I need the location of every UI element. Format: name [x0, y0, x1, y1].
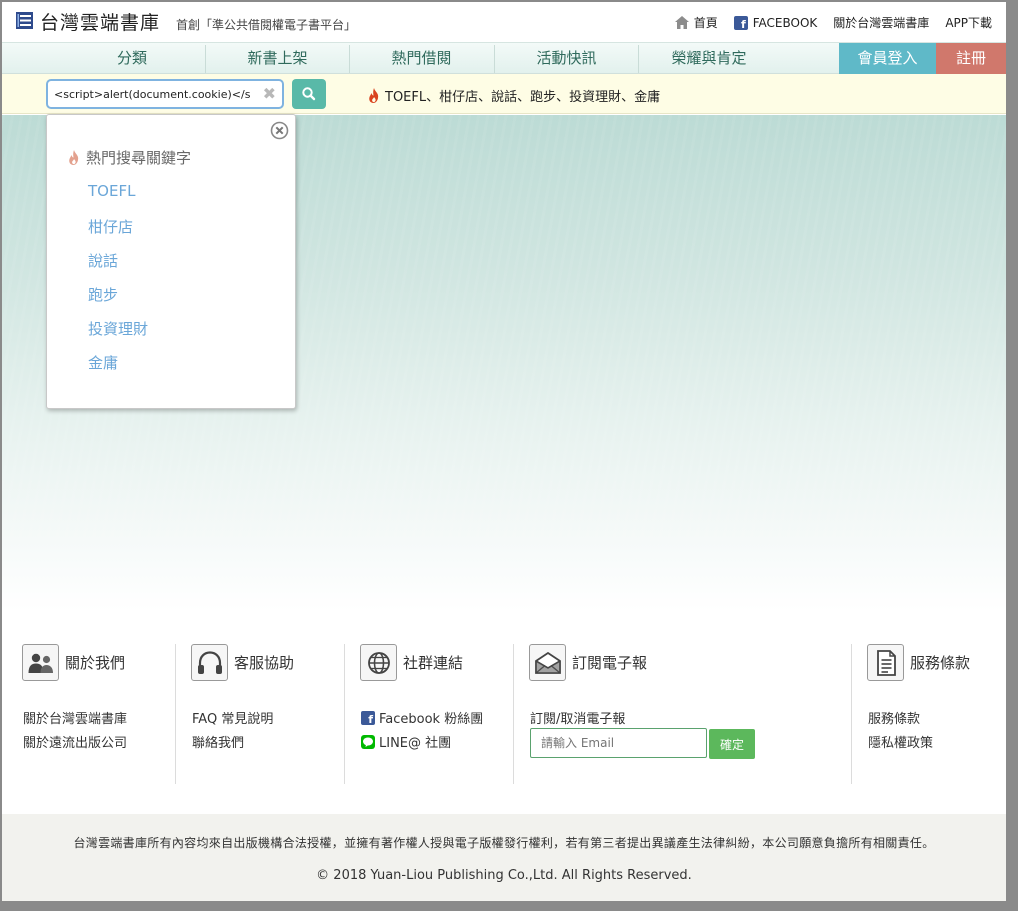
hot-keyword-item[interactable]: TOEFL [88, 182, 135, 200]
footer-divider [175, 644, 176, 784]
search-button[interactable] [292, 79, 326, 109]
dropdown-title: 熱門搜尋關鍵字 [67, 147, 191, 168]
footer-link-line[interactable]: LINE@ 社團 [361, 732, 451, 751]
footer-link-line-label: LINE@ 社團 [379, 736, 452, 751]
line-icon [361, 734, 375, 749]
footer-link-faq[interactable]: FAQ 常見說明 [192, 708, 273, 727]
footer-link-about-publisher[interactable]: 關於遠流出版公司 [23, 732, 127, 751]
app-download-label: APP下載 [945, 16, 992, 30]
newsletter-email-input[interactable] [530, 728, 707, 758]
hot-keywords-inline: TOEFL、柑仔店、說話、跑步、投資理財、金庸 [367, 86, 660, 105]
home-link-label: 首頁 [693, 16, 718, 30]
footer-link-subscribe[interactable]: 訂閱/取消電子報 [530, 708, 625, 727]
fire-icon [69, 150, 79, 165]
hot-keyword-item[interactable]: 說話 [88, 250, 118, 271]
hot-keyword-item[interactable]: 跑步 [88, 284, 118, 305]
search-icon [302, 87, 316, 101]
facebook-icon: f [361, 710, 375, 725]
footer-terms-title: 服務條款 [910, 654, 971, 672]
footer-newsletter-title: 訂閱電子報 [572, 654, 648, 672]
footer-newsletter-heading: 訂閱電子報 [529, 644, 647, 681]
footer-support: 客服協助 FAQ 常見說明 聯絡我們 [191, 632, 341, 787]
dropdown-title-text: 熱門搜尋關鍵字 [86, 149, 192, 167]
footer-about-title: 關於我們 [65, 654, 126, 672]
search-bar: ✖ TOEFL、柑仔店、說話、跑步、投資理財、金庸 [2, 74, 1006, 114]
hot-keywords-dropdown: 熱門搜尋關鍵字 TOEFL 柑仔店 說話 跑步 投資理財 金庸 [46, 114, 296, 409]
nav-item-category[interactable]: 分類 [62, 43, 202, 74]
footer-divider [513, 644, 514, 784]
app-download-link[interactable]: APP下載 [945, 14, 992, 31]
site-slogan: 首創「準公共借閱權電子書平台」 [176, 18, 357, 32]
footer-terms: 服務條款 服務條款 隱私權政策 [867, 632, 1002, 787]
clear-search-icon[interactable]: ✖ [263, 84, 276, 104]
footer-social-title: 社群連結 [403, 654, 464, 672]
footer-support-title: 客服協助 [234, 654, 295, 672]
fire-icon [369, 88, 379, 103]
footer-link-facebook[interactable]: f Facebook 粉絲團 [361, 708, 483, 727]
register-button[interactable]: 註冊 [936, 43, 1006, 74]
footer-terms-heading: 服務條款 [867, 644, 970, 681]
top-header: 台灣雲端書庫 首創「準公共借閱權電子書平台」 首頁 f FACEBOOK 關於台… [2, 2, 1006, 42]
about-link[interactable]: 關於台灣雲端書庫 [833, 14, 929, 31]
headphones-icon [191, 644, 228, 681]
footer-columns: 關於我們 關於台灣雲端書庫 關於遠流出版公司 客服協助 FAQ 常見說明 聯絡我… [2, 632, 1006, 792]
footer-link-terms[interactable]: 服務條款 [868, 708, 920, 727]
hot-keyword-item[interactable]: 金庸 [88, 352, 118, 373]
globe-icon [360, 644, 397, 681]
search-input[interactable] [54, 84, 254, 104]
newsletter-submit-button[interactable]: 確定 [709, 729, 755, 759]
document-icon [867, 644, 904, 681]
footer-about-heading: 關於我們 [22, 644, 125, 681]
search-field: ✖ [46, 79, 284, 109]
top-links: 首頁 f FACEBOOK 關於台灣雲端書庫 APP下載 [674, 14, 992, 31]
copyright-notice: © 2018 Yuan-Liou Publishing Co.,Ltd. All… [316, 868, 692, 883]
footer-social: 社群連結 f Facebook 粉絲團 LINE@ 社團 [360, 632, 510, 787]
footer-bottom: 台灣雲端書庫所有內容均來自出版機構合法授權，並擁有著作權人授與電子版權發行權利，… [2, 814, 1006, 901]
about-link-label: 關於台灣雲端書庫 [833, 16, 930, 30]
footer-newsletter: 訂閱電子報 訂閱/取消電子報 確定 [529, 632, 829, 787]
home-link[interactable]: 首頁 [674, 14, 718, 31]
footer-divider [851, 644, 852, 784]
nav-item-popular[interactable]: 熱門借閱 [350, 43, 493, 74]
copyright-disclaimer: 台灣雲端書庫所有內容均來自出版機構合法授權，並擁有著作權人授與電子版權發行權利，… [73, 836, 935, 850]
envelope-icon [529, 644, 566, 681]
nav-item-events[interactable]: 活動快訊 [495, 43, 638, 74]
users-icon [22, 644, 59, 681]
hot-keyword-item[interactable]: 柑仔店 [88, 216, 133, 237]
site-title[interactable]: 台灣雲端書庫 [40, 8, 160, 35]
facebook-link[interactable]: f FACEBOOK [733, 15, 818, 30]
hot-keywords-text[interactable]: TOEFL、柑仔店、說話、跑步、投資理財、金庸 [385, 86, 660, 105]
nav-item-new-books[interactable]: 新書上架 [206, 43, 349, 74]
close-icon[interactable] [270, 121, 289, 140]
nav-item-honors[interactable]: 榮耀與肯定 [639, 43, 779, 74]
facebook-link-label: FACEBOOK [752, 15, 818, 30]
footer-link-about-site[interactable]: 關於台灣雲端書庫 [23, 708, 127, 727]
footer-support-heading: 客服協助 [191, 644, 294, 681]
footer-divider [344, 644, 345, 784]
login-button[interactable]: 會員登入 [839, 43, 936, 74]
home-icon [674, 16, 689, 29]
page: 台灣雲端書庫 首創「準公共借閱權電子書平台」 首頁 f FACEBOOK 關於台… [2, 2, 1006, 901]
logo-icon[interactable] [16, 12, 33, 29]
hot-keyword-item[interactable]: 投資理財 [88, 318, 148, 339]
footer-about: 關於我們 關於台灣雲端書庫 關於遠流出版公司 [22, 632, 172, 787]
footer-link-privacy[interactable]: 隱私權政策 [868, 732, 933, 751]
footer-social-heading: 社群連結 [360, 644, 463, 681]
footer-link-contact[interactable]: 聯絡我們 [192, 732, 244, 751]
main-nav: 分類 新書上架 熱門借閱 活動快訊 榮耀與肯定 會員登入 註冊 [2, 42, 1006, 74]
footer-link-facebook-label: Facebook 粉絲團 [379, 712, 484, 727]
facebook-icon: f [733, 15, 748, 30]
